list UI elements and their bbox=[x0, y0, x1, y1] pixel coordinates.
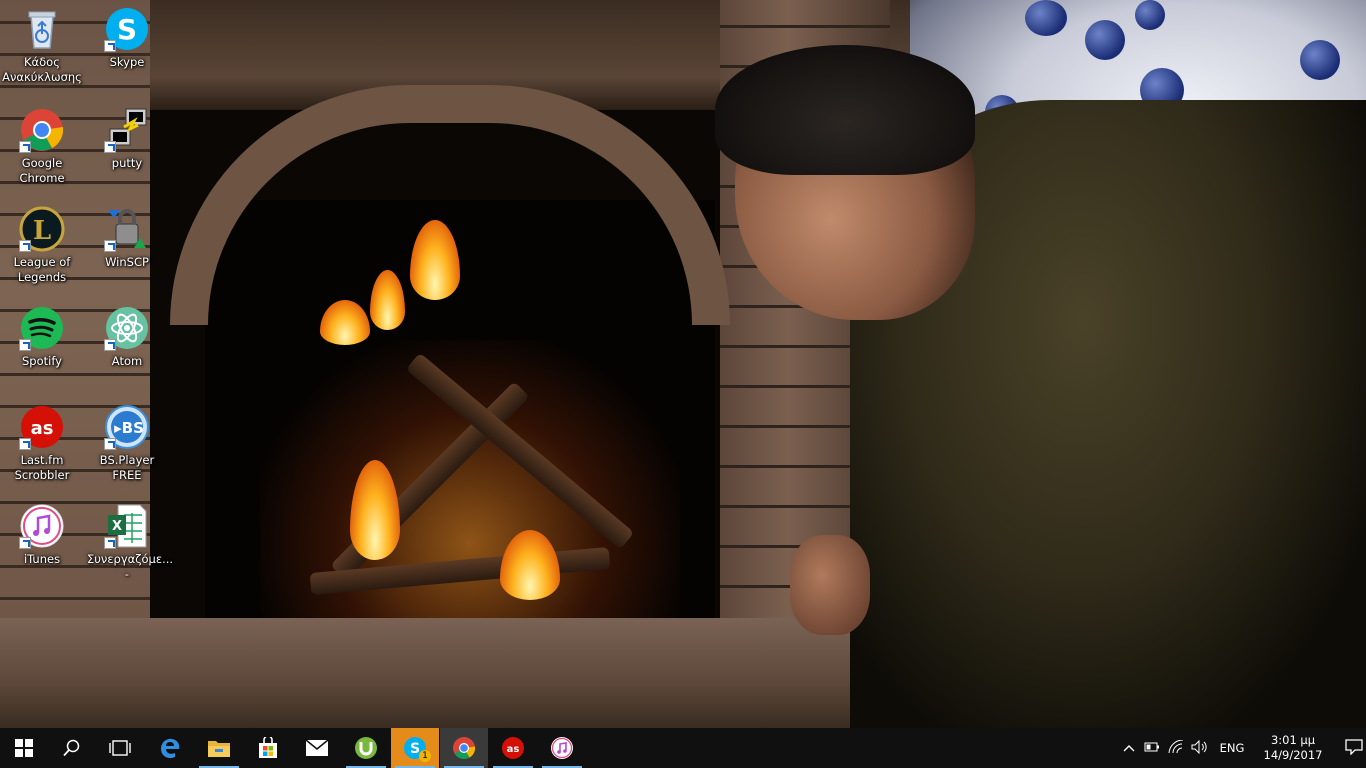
svg-text:L: L bbox=[33, 216, 51, 246]
input-language-indicator[interactable]: ENG bbox=[1212, 741, 1252, 755]
shortcut-arrow-icon bbox=[104, 438, 116, 450]
atom-icon bbox=[104, 305, 150, 351]
shortcut-arrow-icon bbox=[19, 438, 31, 450]
bsplayer-icon: ▸BS bbox=[104, 404, 150, 450]
shortcut-arrow-icon bbox=[104, 537, 116, 549]
desktop-icon-league-of-legends[interactable]: L League of Legends bbox=[2, 206, 82, 285]
taskbar-app-store[interactable] bbox=[244, 728, 292, 768]
shortcut-arrow-icon bbox=[104, 40, 116, 52]
desktop-icon-label: iTunes bbox=[23, 552, 61, 566]
clock-date: 14/9/2017 bbox=[1263, 748, 1323, 762]
task-view-button[interactable] bbox=[96, 728, 144, 768]
desktop-icon-label: Skype bbox=[109, 55, 145, 69]
lastfm-icon: as bbox=[19, 404, 65, 450]
action-center-button[interactable] bbox=[1334, 738, 1366, 758]
shortcut-arrow-icon bbox=[104, 141, 116, 153]
svg-text:as: as bbox=[31, 418, 54, 439]
utorrent-icon bbox=[355, 737, 377, 759]
recycle-bin-icon bbox=[19, 6, 65, 52]
svg-text:S: S bbox=[117, 13, 137, 46]
system-tray: ENG 3:01 μμ 14/9/2017 bbox=[1118, 728, 1366, 768]
taskbar-app-itunes[interactable] bbox=[538, 728, 586, 768]
wifi-icon[interactable] bbox=[1164, 738, 1188, 757]
taskbar-app-mail[interactable] bbox=[293, 728, 341, 768]
chrome-icon bbox=[453, 737, 476, 759]
desktop-icon-itunes[interactable]: iTunes bbox=[2, 503, 82, 567]
taskbar-app-file-explorer[interactable] bbox=[195, 728, 243, 768]
task-view-icon bbox=[109, 740, 131, 756]
desktop-icon-putty[interactable]: putty bbox=[87, 107, 167, 171]
shortcut-arrow-icon bbox=[104, 240, 116, 252]
start-button[interactable] bbox=[0, 728, 48, 768]
shortcut-arrow-icon bbox=[19, 339, 31, 351]
spotify-icon bbox=[19, 305, 65, 351]
desktop-icon-label: BS.Player FREE bbox=[99, 453, 155, 482]
store-icon bbox=[259, 737, 277, 758]
shortcut-arrow-icon bbox=[19, 537, 31, 549]
desktop-icon-skype[interactable]: S Skype bbox=[87, 6, 167, 70]
desktop-icon-label: Spotify bbox=[22, 354, 62, 368]
chrome-icon bbox=[19, 107, 65, 153]
desktop-icon-recycle-bin[interactable]: Κάδος Ανακύκλωσης bbox=[2, 6, 82, 85]
winscp-icon bbox=[104, 206, 150, 252]
desktop-icon-label: Atom bbox=[111, 354, 143, 368]
svg-text:X: X bbox=[112, 519, 122, 534]
taskbar-app-utorrent[interactable] bbox=[342, 728, 390, 768]
mail-icon bbox=[305, 739, 329, 756]
desktop-icon-label: putty bbox=[111, 156, 143, 170]
desktop-icon-spotify[interactable]: Spotify bbox=[2, 305, 82, 369]
lastfm-icon: as bbox=[502, 737, 524, 759]
desktop-icon-lastfm-scrobbler[interactable]: as Last.fm Scrobbler bbox=[2, 404, 82, 483]
league-of-legends-icon: L bbox=[19, 206, 65, 252]
desktop-icon-winscp[interactable]: WinSCP bbox=[87, 206, 167, 270]
excel-file-icon: X bbox=[104, 503, 150, 549]
desktop-icon-google-chrome[interactable]: Google Chrome bbox=[2, 107, 82, 186]
putty-icon bbox=[104, 107, 150, 153]
desktop-icon-label: Κάδος Ανακύκλωσης bbox=[2, 55, 82, 84]
edge-icon bbox=[161, 738, 180, 759]
taskbar-app-edge[interactable] bbox=[146, 728, 194, 768]
taskbar-app-lastfm[interactable]: as bbox=[489, 728, 537, 768]
skype-icon: S bbox=[104, 6, 150, 52]
battery-icon[interactable] bbox=[1140, 741, 1164, 755]
desktop-icon-excel-file[interactable]: X Συνεργαζόμε... - bbox=[87, 503, 174, 582]
clock-time: 3:01 μμ bbox=[1270, 733, 1316, 747]
itunes-icon bbox=[551, 737, 573, 759]
itunes-icon bbox=[19, 503, 65, 549]
desktop-icon-atom[interactable]: Atom bbox=[87, 305, 167, 369]
clock[interactable]: 3:01 μμ 14/9/2017 bbox=[1258, 733, 1328, 763]
shortcut-arrow-icon bbox=[19, 240, 31, 252]
search-button[interactable] bbox=[48, 728, 96, 768]
volume-icon[interactable] bbox=[1188, 739, 1212, 757]
desktop-wallpaper bbox=[0, 0, 1366, 728]
taskbar: S 1 as ENG 3:01 μμ 14/9/2017 bbox=[0, 728, 1366, 768]
taskbar-app-chrome[interactable] bbox=[440, 728, 488, 768]
search-icon bbox=[63, 739, 80, 757]
svg-text:▸BS: ▸BS bbox=[114, 419, 144, 437]
taskbar-app-skype[interactable]: S 1 bbox=[391, 728, 439, 768]
desktop-icon-label: WinSCP bbox=[105, 255, 149, 269]
svg-text:as: as bbox=[507, 744, 520, 755]
notifications-icon bbox=[1345, 738, 1363, 756]
notification-badge: 1 bbox=[419, 750, 431, 762]
shortcut-arrow-icon bbox=[104, 339, 116, 351]
desktop-icon-label: Last.fm Scrobbler bbox=[14, 453, 70, 482]
shortcut-arrow-icon bbox=[19, 141, 31, 153]
show-hidden-icons-chevron-icon[interactable] bbox=[1118, 740, 1140, 756]
desktop-icon-bsplayer[interactable]: ▸BS BS.Player FREE bbox=[87, 404, 167, 483]
desktop-icon-label: League of Legends bbox=[13, 255, 71, 284]
desktop-icon-label: Google Chrome bbox=[19, 156, 65, 185]
file-explorer-icon bbox=[208, 741, 230, 757]
windows-start-icon bbox=[15, 739, 33, 757]
desktop-icon-label: Συνεργαζόμε... - bbox=[87, 552, 174, 581]
